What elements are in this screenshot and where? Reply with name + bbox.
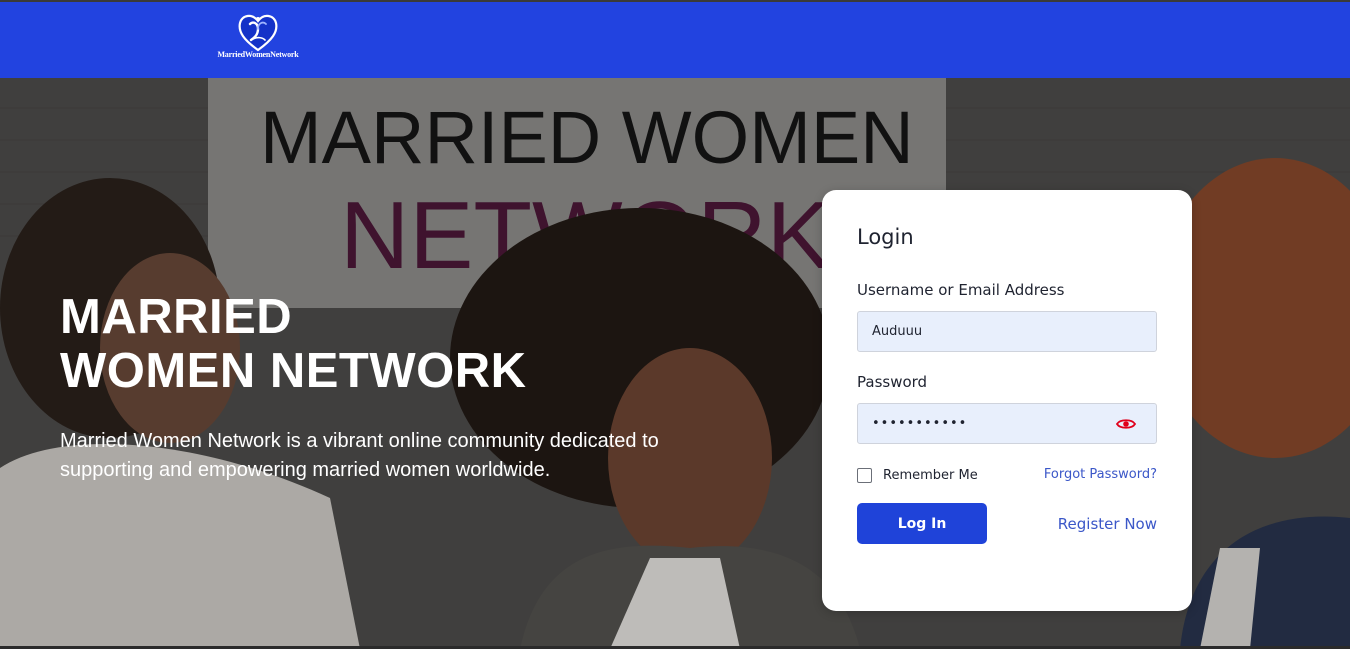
heart-logo-icon	[238, 14, 278, 52]
login-card: Login Username or Email Address Password…	[822, 190, 1192, 611]
login-button[interactable]: Log In	[857, 503, 987, 544]
logo-text: MarriedWomenNetwork	[217, 50, 299, 59]
top-header: MarriedWomenNetwork	[0, 0, 1350, 78]
username-input[interactable]	[857, 311, 1157, 352]
remember-me[interactable]: Remember Me	[857, 466, 978, 484]
login-page: MarriedWomenNetwork MARRIED WOMEN NETWOR…	[0, 0, 1350, 649]
hero-title-line1: MARRIED	[60, 290, 293, 344]
hero-title-line2: WOMEN NETWORK	[60, 344, 527, 398]
site-logo[interactable]: MarriedWomenNetwork	[206, 12, 310, 64]
eye-icon[interactable]	[1116, 417, 1136, 431]
hero-title: MARRIED WOMEN NETWORK	[60, 290, 527, 398]
hero-description: Married Women Network is a vibrant onlin…	[60, 430, 659, 481]
password-label: Password	[857, 373, 928, 391]
remember-me-label: Remember Me	[883, 467, 978, 483]
register-now-link[interactable]: Register Now	[1058, 515, 1157, 533]
remember-me-checkbox[interactable]	[857, 467, 872, 483]
username-label: Username or Email Address	[857, 281, 1065, 299]
login-title: Login	[857, 225, 914, 249]
forgot-password-link[interactable]: Forgot Password?	[1044, 467, 1157, 482]
password-input[interactable]	[857, 403, 1157, 444]
